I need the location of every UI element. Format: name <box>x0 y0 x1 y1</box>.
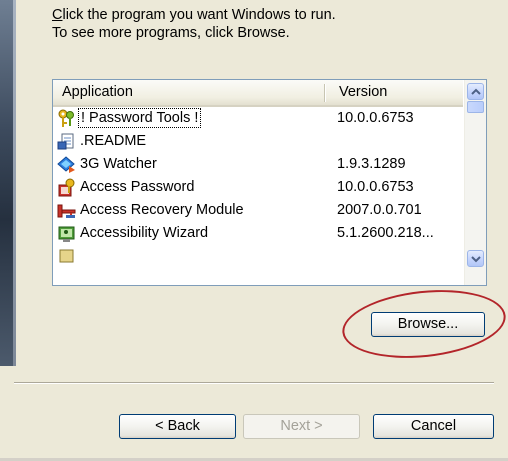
list-item-version: 10.0.0.6753 <box>337 179 414 195</box>
key-red-icon <box>57 201 76 220</box>
back-button[interactable]: < Back <box>119 414 236 439</box>
diamond-arrow-icon <box>57 155 76 174</box>
list-item-version: 1.9.3.1289 <box>337 156 406 172</box>
column-header-version[interactable]: Version <box>339 80 449 105</box>
list-item-name: .README <box>80 133 147 149</box>
instructions: Click the program you want Windows to ru… <box>52 6 482 42</box>
vertical-scrollbar[interactable] <box>464 80 486 285</box>
list-item-version: 10.0.0.6753 <box>337 110 414 126</box>
next-button: Next > <box>243 414 360 439</box>
list-item-name: Accessibility Wizard <box>80 225 209 241</box>
list-item[interactable]: Access Recovery Module 2007.0.0.701 <box>53 199 463 222</box>
chevron-down-icon <box>471 256 481 263</box>
list-item[interactable]: Access Password 10.0.0.6753 <box>53 176 463 199</box>
divider <box>14 382 494 384</box>
hotkey-char: C <box>52 7 63 23</box>
accessibility-wizard-icon <box>57 224 76 243</box>
wizard-side-image <box>0 0 16 366</box>
list-header: Application Version <box>53 80 463 107</box>
list-item[interactable]: .README <box>53 130 463 153</box>
list-item-version: 5.1.2600.218... <box>337 225 434 241</box>
key-document-icon <box>57 178 76 197</box>
list-item[interactable]: ! Password Tools ! 10.0.0.6753 <box>53 107 463 130</box>
list-item-version: 2007.0.0.701 <box>337 202 422 218</box>
browse-button[interactable]: Browse... <box>371 312 485 337</box>
instruction-line-1: Click the program you want Windows to ru… <box>52 6 482 24</box>
list-item-name: Access Recovery Module <box>80 202 244 218</box>
instruction-line-1-text: lick the program you want Windows to run… <box>62 7 336 23</box>
chevron-up-icon <box>471 88 481 95</box>
column-header-application[interactable]: Application <box>62 80 317 105</box>
scroll-thumb[interactable] <box>467 101 484 113</box>
instruction-line-2: To see more programs, click Browse. <box>52 25 290 41</box>
list-item-name: ! Password Tools ! <box>78 108 202 128</box>
list-item-partial[interactable] <box>53 245 463 268</box>
partial-item-icon <box>57 247 76 266</box>
cancel-button[interactable]: Cancel <box>373 414 494 439</box>
scroll-down-button[interactable] <box>467 250 484 267</box>
column-separator[interactable] <box>324 84 325 102</box>
list-item[interactable]: 3G Watcher 1.9.3.1289 <box>53 153 463 176</box>
list-item-name: 3G Watcher <box>80 156 157 172</box>
document-icon <box>57 132 76 151</box>
program-list[interactable]: Application Version ! Password Tools ! 1… <box>52 79 487 286</box>
list-item-name: Access Password <box>80 179 195 195</box>
keys-icon <box>57 109 76 128</box>
list-item[interactable]: Accessibility Wizard 5.1.2600.218... <box>53 222 463 245</box>
scroll-up-button[interactable] <box>467 83 484 100</box>
